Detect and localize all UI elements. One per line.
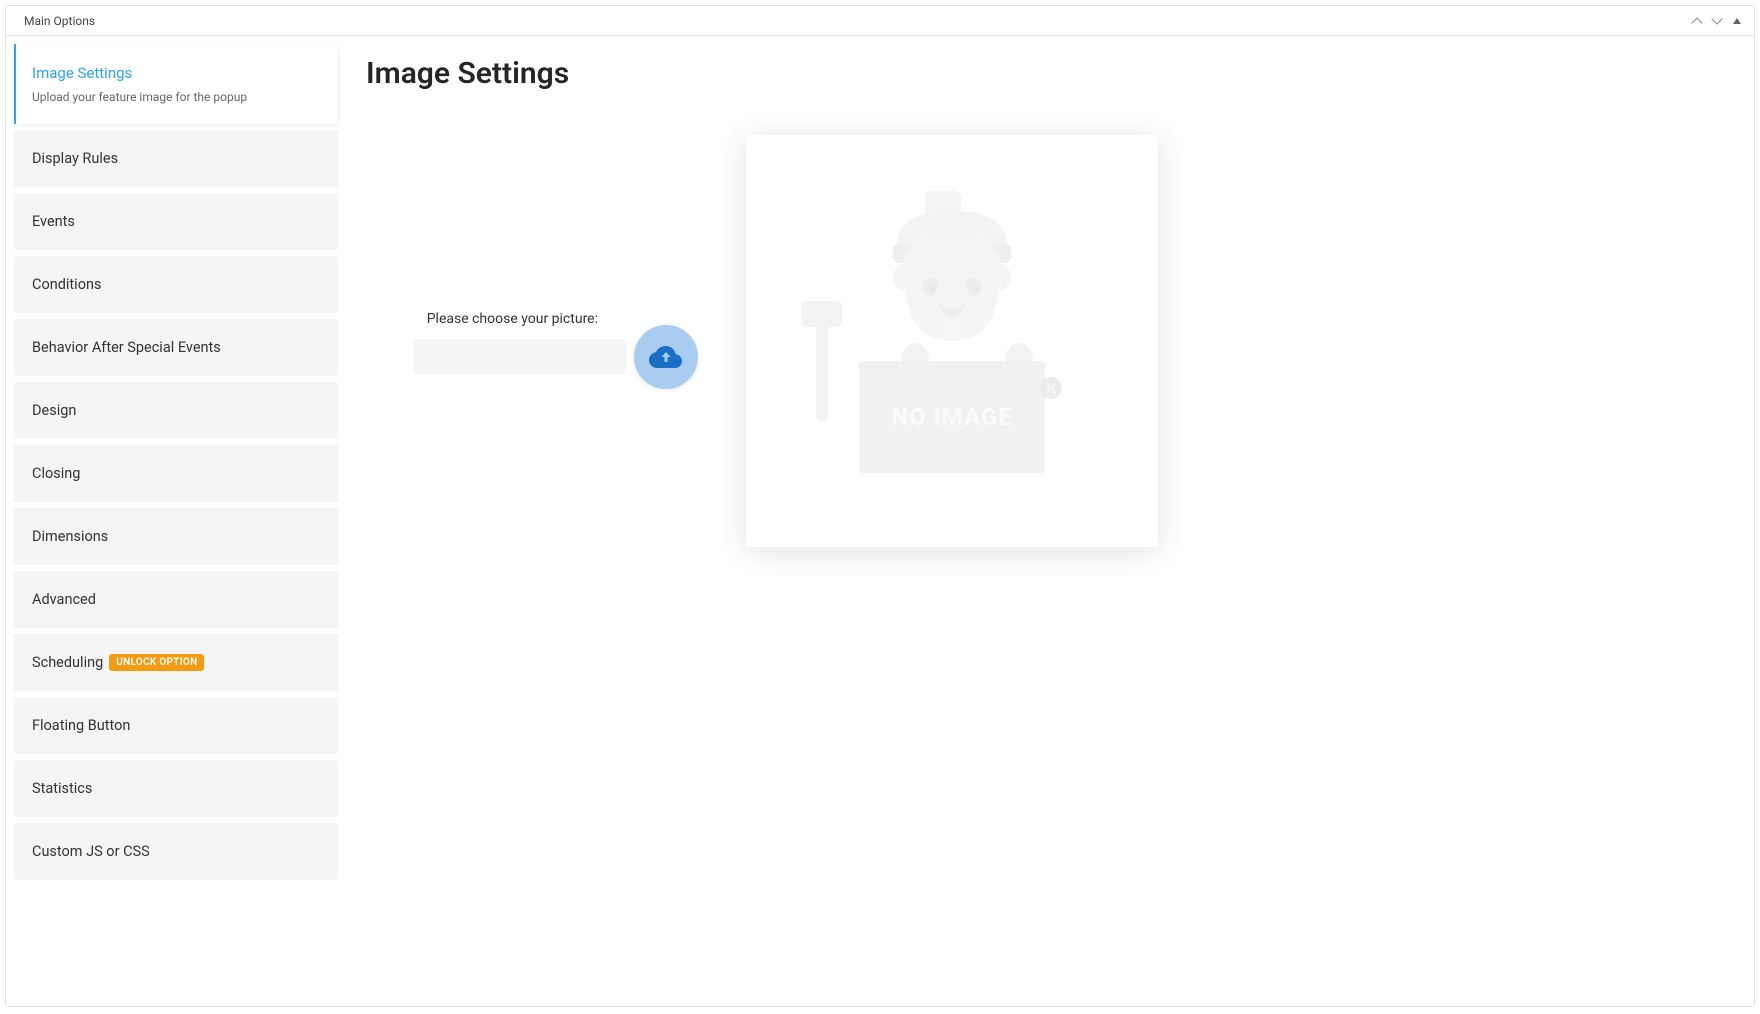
upload-button[interactable] — [634, 325, 698, 389]
sidebar-item-behavior-after-special-events[interactable]: Behavior After Special Events — [14, 319, 338, 376]
sidebar-item-label: Statistics — [32, 780, 320, 797]
image-preview: NO IMAGE — [746, 135, 1158, 547]
sidebar-item-custom-js-or-css[interactable]: Custom JS or CSS — [14, 823, 338, 880]
sidebar-item-subtitle: Upload your feature image for the popup — [32, 90, 320, 104]
sidebar-item-label: Floating Button — [32, 717, 320, 734]
sidebar-item-label: Events — [32, 213, 320, 230]
sidebar-item-label: Dimensions — [32, 528, 320, 545]
sidebar-item-label: Behavior After Special Events — [32, 339, 320, 356]
page-title: Image Settings — [366, 56, 1718, 91]
triangle-up-icon[interactable] — [1730, 14, 1744, 28]
upload-input-row — [414, 339, 626, 375]
sidebar-item-scheduling[interactable]: Scheduling UNLOCK OPTION — [14, 634, 338, 691]
sidebar-item-label: Image Settings — [32, 64, 320, 82]
chevron-up-icon[interactable] — [1690, 14, 1704, 28]
sidebar-item-image-settings[interactable]: Image Settings Upload your feature image… — [14, 44, 338, 124]
sidebar-item-advanced[interactable]: Advanced — [14, 571, 338, 628]
sidebar-item-label: Custom JS or CSS — [32, 843, 320, 860]
sidebar: Image Settings Upload your feature image… — [14, 44, 338, 1006]
upload-row: Please choose your picture: — [366, 131, 1718, 547]
close-circle-icon — [1040, 377, 1062, 399]
sidebar-item-label: Scheduling — [32, 654, 103, 671]
upload-label: Please choose your picture: — [366, 311, 626, 327]
cloud-upload-icon — [649, 345, 683, 369]
sidebar-item-display-rules[interactable]: Display Rules — [14, 130, 338, 187]
no-image-sign: NO IMAGE — [859, 361, 1045, 473]
sidebar-item-dimensions[interactable]: Dimensions — [14, 508, 338, 565]
panel-header: Main Options — [6, 6, 1754, 36]
sidebar-item-floating-button[interactable]: Floating Button — [14, 697, 338, 754]
sidebar-item-label: Advanced — [32, 591, 320, 608]
sidebar-item-label: Closing — [32, 465, 320, 482]
no-image-placeholder: NO IMAGE — [822, 191, 1082, 491]
content-area: Image Settings Please choose your pictur… — [338, 44, 1746, 1006]
hammer-icon — [802, 301, 852, 421]
sidebar-item-label: Conditions — [32, 276, 320, 293]
unlock-option-badge: UNLOCK OPTION — [109, 654, 204, 671]
panel-body: Image Settings Upload your feature image… — [6, 36, 1754, 1006]
chevron-down-icon[interactable] — [1710, 14, 1724, 28]
sidebar-item-row: Scheduling UNLOCK OPTION — [32, 654, 320, 671]
sidebar-item-label: Design — [32, 402, 320, 419]
sidebar-item-conditions[interactable]: Conditions — [14, 256, 338, 313]
panel-controls — [1690, 14, 1744, 28]
image-path-input[interactable] — [414, 339, 626, 375]
panel-title: Main Options — [16, 14, 95, 28]
sidebar-item-events[interactable]: Events — [14, 193, 338, 250]
sidebar-item-label: Display Rules — [32, 150, 320, 167]
main-options-panel: Main Options Image Settings Upload your … — [5, 5, 1755, 1007]
sidebar-item-closing[interactable]: Closing — [14, 445, 338, 502]
sidebar-item-design[interactable]: Design — [14, 382, 338, 439]
upload-controls: Please choose your picture: — [366, 311, 626, 375]
sidebar-item-statistics[interactable]: Statistics — [14, 760, 338, 817]
no-image-text: NO IMAGE — [891, 403, 1013, 431]
